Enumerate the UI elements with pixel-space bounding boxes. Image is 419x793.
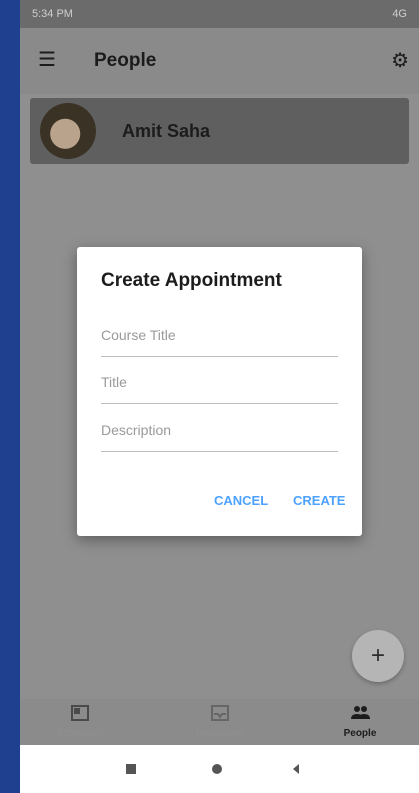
tab-people[interactable]: People <box>300 699 419 745</box>
tab-scheduled[interactable]: Scheduled <box>20 699 140 745</box>
tab-requested[interactable]: Requested <box>160 699 280 745</box>
android-navigation-bar <box>20 745 419 793</box>
phone-screen: 5:34 PM 4G ☰ People ⚙ Amit Saha + Schedu… <box>20 0 419 793</box>
course-title-field[interactable] <box>101 320 338 357</box>
status-bar: 5:34 PM 4G <box>20 0 419 28</box>
app-bar: ☰ People ⚙ <box>20 28 419 94</box>
title-input[interactable] <box>101 367 338 397</box>
dialog-actions: CANCEL CREATE <box>77 493 362 515</box>
add-icon: + <box>370 642 385 669</box>
dialog-title: Create Appointment <box>101 270 282 291</box>
description-field[interactable] <box>101 415 338 452</box>
inbox-icon <box>211 705 229 721</box>
page-title: People <box>94 50 157 71</box>
recent-apps-icon[interactable] <box>124 762 138 776</box>
avatar <box>40 103 96 159</box>
status-indicators: 4G <box>392 8 407 20</box>
bottom-navigation: Scheduled Requested People <box>20 699 419 745</box>
add-button[interactable]: + <box>352 630 404 682</box>
tab-requested-label: Requested <box>195 728 245 739</box>
tab-people-label: People <box>343 728 377 739</box>
gear-icon[interactable]: ⚙ <box>391 48 409 73</box>
menu-icon[interactable]: ☰ <box>38 50 58 70</box>
status-time: 5:34 PM <box>32 8 73 20</box>
person-name: Amit Saha <box>122 121 211 141</box>
person-card[interactable]: Amit Saha <box>30 98 409 164</box>
create-button[interactable]: CREATE <box>293 493 345 508</box>
home-icon[interactable] <box>210 762 224 776</box>
create-appointment-dialog: Create Appointment CANCEL CREATE <box>77 247 362 536</box>
tab-scheduled-label: Scheduled <box>56 728 104 739</box>
cancel-button[interactable]: CANCEL <box>214 493 268 508</box>
calendar-icon <box>71 705 89 721</box>
title-field[interactable] <box>101 367 338 404</box>
people-icon <box>351 706 370 719</box>
back-icon[interactable] <box>289 762 303 776</box>
description-input[interactable] <box>101 415 338 445</box>
course-title-input[interactable] <box>101 320 338 350</box>
